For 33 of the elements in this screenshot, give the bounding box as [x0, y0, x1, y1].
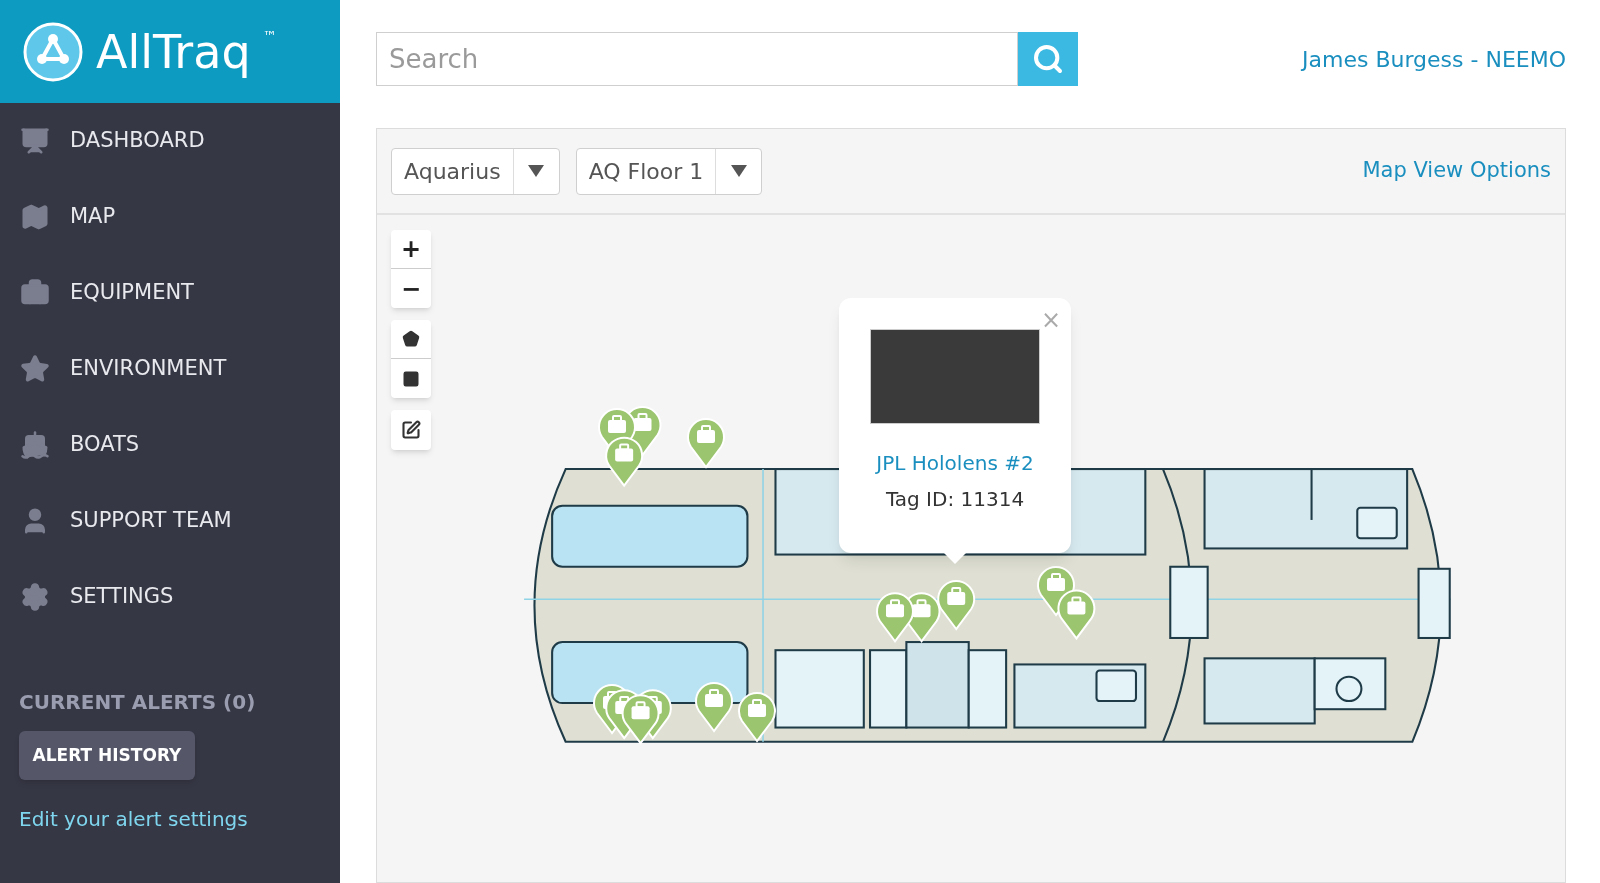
nav-item[interactable]: DASHBOARD	[0, 103, 340, 179]
zoom-in-button[interactable]: +	[391, 230, 431, 269]
equipment-name-link[interactable]: JPL Hololens #2	[876, 448, 1034, 478]
dropdown-caret-icon	[528, 165, 545, 177]
nav-item[interactable]: SETTINGS	[0, 559, 340, 635]
alert-settings-link[interactable]: Edit your alert settings	[19, 804, 248, 834]
map-icon	[20, 202, 50, 232]
star-icon	[20, 354, 50, 384]
trademark: ™	[262, 27, 277, 46]
alert-history-button[interactable]: ALERT HISTORY	[19, 731, 195, 780]
map-marker[interactable]	[685, 415, 728, 470]
nav-item[interactable]: EQUIPMENT	[0, 255, 340, 331]
easel-chart-icon	[20, 126, 50, 156]
edit-button[interactable]	[391, 410, 431, 450]
edit-icon	[401, 420, 421, 440]
nav-item[interactable]: ENVIRONMENT	[0, 331, 340, 407]
tag-id: Tag ID: 11314	[885, 486, 1025, 513]
user-name-link[interactable]: James Burgess - NEEMO	[1302, 43, 1566, 76]
dropdown[interactable]: Aquarius	[391, 147, 560, 195]
dropdown-caret-icon	[730, 165, 747, 177]
marker-cluster[interactable]	[596, 403, 664, 488]
alerts-title: CURRENT ALERTS (0)	[18, 689, 257, 716]
nav-item[interactable]: SUPPORT TEAM	[0, 483, 340, 559]
logo-icon	[22, 20, 84, 83]
marker-cluster[interactable]	[1035, 563, 1098, 641]
pentagon-icon	[402, 330, 420, 348]
search-icon	[1032, 43, 1064, 75]
search-field[interactable]: Search	[376, 32, 1018, 86]
square-icon	[402, 369, 420, 388]
dropdown[interactable]: AQ Floor 1	[575, 147, 763, 195]
zoom-out-button[interactable]: −	[391, 269, 431, 308]
nav-item[interactable]: MAP	[0, 179, 340, 255]
nav-item[interactable]: BOATS	[0, 407, 340, 483]
